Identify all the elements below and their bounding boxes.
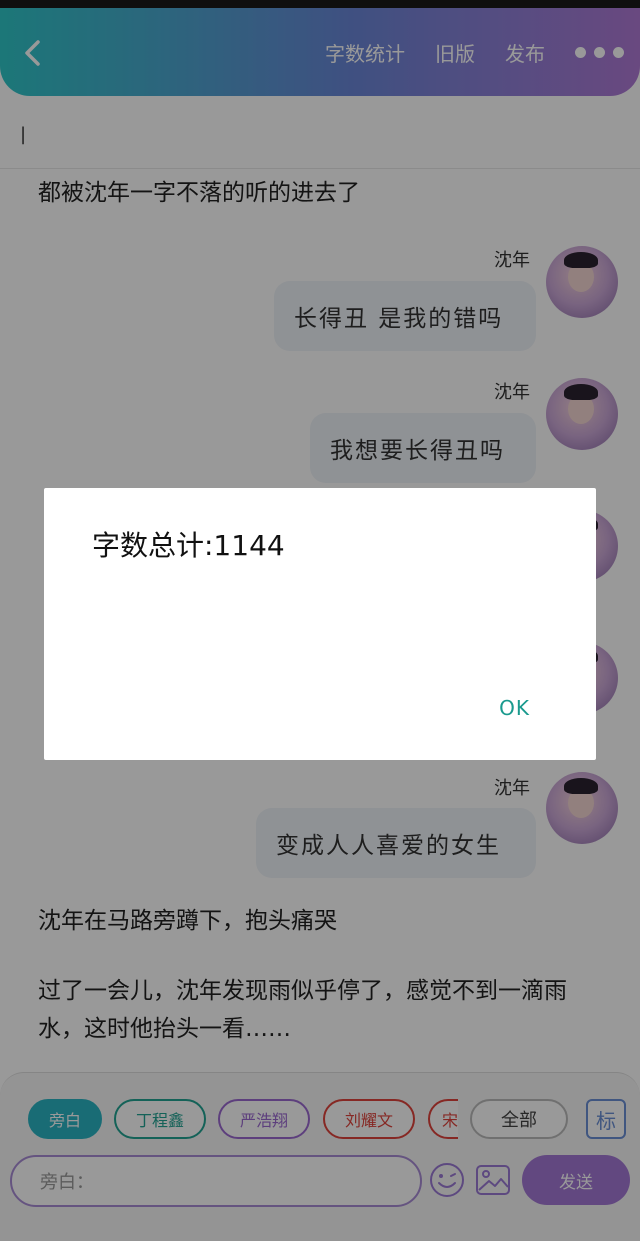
word-count-dialog: 字数总计:1144 OK [44,488,596,760]
word-count-text: 字数总计:1144 [92,529,285,562]
ok-button[interactable]: OK [499,696,530,720]
